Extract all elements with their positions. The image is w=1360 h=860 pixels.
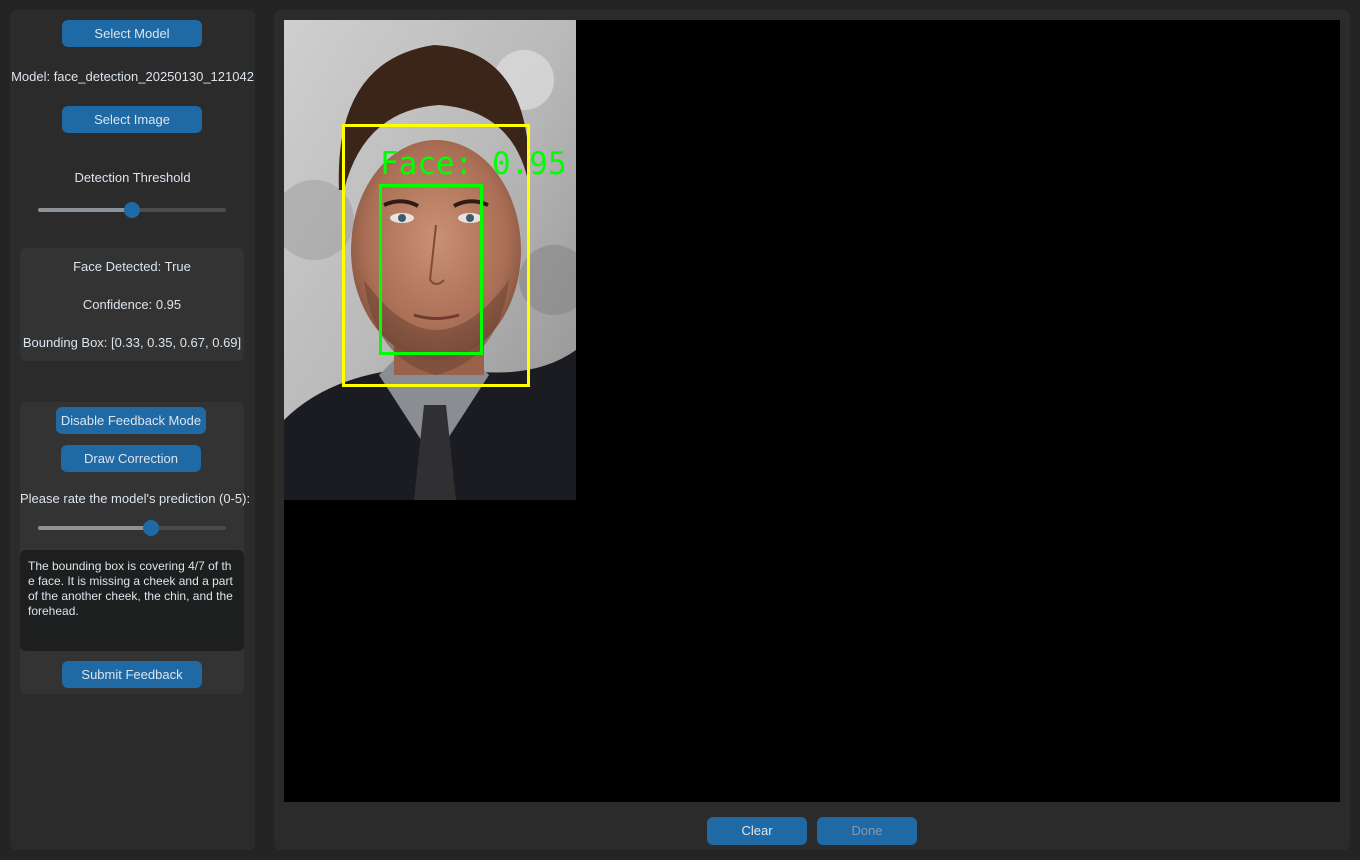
slider-knob[interactable] xyxy=(124,202,140,218)
model-name-label: Model: face_detection_20250130_121042 xyxy=(11,69,254,84)
results-panel: Face Detected: True Confidence: 0.95 Bou… xyxy=(20,248,244,361)
threshold-label: Detection Threshold xyxy=(74,170,191,185)
prediction-bounding-box xyxy=(379,184,483,355)
submit-feedback-button[interactable]: Submit Feedback xyxy=(62,661,202,688)
feedback-panel: Disable Feedback Mode Draw Correction Pl… xyxy=(20,402,251,694)
image-canvas[interactable]: Face: 0.95 xyxy=(284,20,1340,802)
rating-slider[interactable] xyxy=(38,520,226,536)
done-button[interactable]: Done xyxy=(817,817,917,845)
select-image-button[interactable]: Select Image xyxy=(62,106,202,133)
disable-feedback-button[interactable]: Disable Feedback Mode xyxy=(56,407,206,434)
confidence-text: Confidence: 0.95 xyxy=(82,297,182,312)
select-model-button[interactable]: Select Model xyxy=(62,20,202,47)
main-panel: Face: 0.95 Clear Done xyxy=(274,10,1350,850)
threshold-slider[interactable] xyxy=(38,202,226,218)
slider-knob[interactable] xyxy=(143,520,159,536)
bounding-box-text: Bounding Box: [0.33, 0.35, 0.67, 0.69] xyxy=(22,335,242,350)
slider-fill xyxy=(38,526,151,530)
face-confidence-label: Face: 0.95 xyxy=(380,146,567,182)
sidebar: Select Model Model: face_detection_20250… xyxy=(10,10,255,850)
rating-prompt: Please rate the model's prediction (0-5)… xyxy=(20,491,251,506)
draw-correction-button[interactable]: Draw Correction xyxy=(61,445,201,472)
clear-button[interactable]: Clear xyxy=(707,817,807,845)
slider-fill xyxy=(38,208,132,212)
app-window: Select Model Model: face_detection_20250… xyxy=(0,0,1360,860)
feedback-textbox[interactable]: The bounding box is covering 4/7 of the … xyxy=(20,550,244,651)
face-detected-text: Face Detected: True xyxy=(73,259,191,274)
